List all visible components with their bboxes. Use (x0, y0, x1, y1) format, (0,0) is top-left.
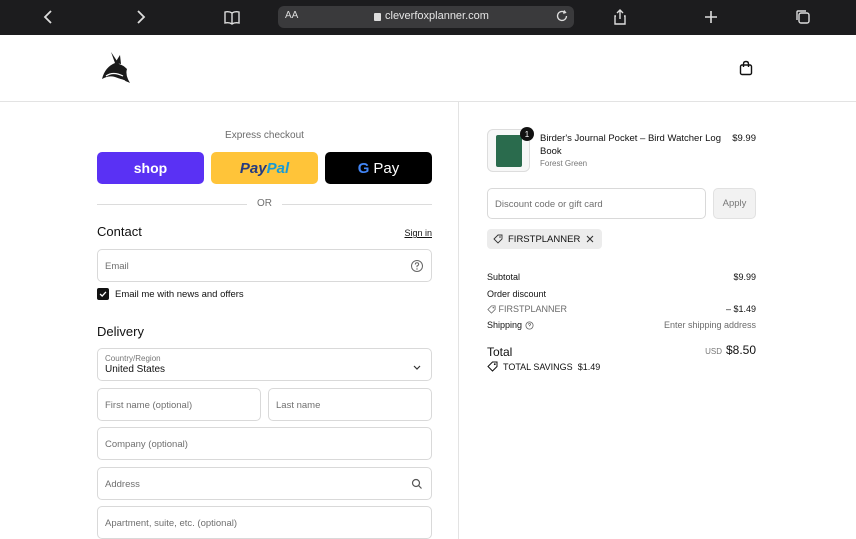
url-display: cleverfoxplanner.com (374, 10, 489, 22)
discount-code-row: FIRSTPLANNER – $1.49 (487, 304, 756, 314)
first-name-field[interactable]: First name (optional) (97, 388, 261, 421)
discount-code-input[interactable]: Discount code or gift card (487, 188, 706, 219)
order-summary: 1 Birder's Journal Pocket – Bird Watcher… (460, 102, 856, 539)
discount-value: – $1.49 (725, 304, 756, 314)
last-name-field[interactable]: Last name (268, 388, 432, 421)
shipping-label: Shipping (487, 320, 523, 330)
address-field[interactable]: Address (97, 467, 432, 500)
text-size-button[interactable]: AA (285, 10, 298, 21)
share-icon[interactable] (607, 5, 633, 29)
country-value: United States (105, 364, 166, 375)
total-savings-row: TOTAL SAVINGS $1.49 (487, 361, 600, 372)
chevron-down-icon (412, 359, 422, 370)
help-circle-icon[interactable] (525, 321, 534, 330)
product-price: $9.99 (732, 133, 756, 144)
total-label: Total (487, 345, 513, 359)
contact-title: Contact (97, 224, 142, 239)
currency-label: USD (705, 347, 722, 356)
first-name-placeholder: First name (optional) (105, 400, 193, 411)
savings-label: TOTAL SAVINGS (503, 361, 573, 372)
newsletter-label: Email me with news and offers (115, 288, 244, 300)
new-tab-icon[interactable] (698, 5, 724, 29)
browser-toolbar: AA cleverfoxplanner.com (0, 0, 856, 35)
company-placeholder: Company (optional) (105, 439, 188, 450)
last-name-placeholder: Last name (276, 400, 321, 411)
apartment-field[interactable]: Apartment, suite, etc. (optional) (97, 506, 432, 539)
google-g-icon: G (357, 159, 370, 177)
paypal-button[interactable]: Pay Pal (211, 152, 318, 184)
paypal-label-part1: Pay (239, 159, 267, 177)
country-select[interactable]: Country/Region United States (97, 348, 432, 381)
tag-icon (487, 361, 498, 372)
shipping-row: Shipping Enter shipping address (487, 320, 756, 330)
tabs-icon[interactable] (790, 5, 816, 29)
newsletter-checkbox[interactable] (97, 288, 109, 300)
url-text: cleverfoxplanner.com (385, 10, 489, 22)
bookmarks-icon[interactable] (219, 5, 245, 29)
google-pay-button[interactable]: G Pay (325, 152, 432, 184)
lock-icon (374, 13, 381, 21)
delivery-title: Delivery (97, 324, 144, 339)
back-icon[interactable] (36, 5, 62, 29)
quantity-badge: 1 (520, 127, 534, 141)
discount-code-label: FIRSTPLANNER (498, 304, 568, 314)
applied-discount-tag: FIRSTPLANNER (487, 229, 603, 249)
apply-discount-button[interactable]: Apply (713, 188, 756, 219)
order-discount-label: Order discount (487, 289, 547, 299)
product-variant: Forest Green (540, 159, 588, 168)
sign-in-link[interactable]: Sign in (380, 228, 432, 238)
discount-placeholder: Discount code or gift card (495, 199, 603, 210)
checkout-form: Express checkout shop Pay Pal G Pay OR Con… (0, 102, 459, 539)
subtotal-row: Subtotal $9.99 (487, 272, 756, 282)
email-placeholder: Email (105, 261, 129, 272)
shipping-value: Enter shipping address (663, 320, 756, 330)
google-pay-label: Pay (373, 159, 400, 177)
total-row: Total USD $8.50 (487, 343, 756, 361)
company-field[interactable]: Company (optional) (97, 427, 432, 460)
tag-icon (487, 305, 496, 314)
newsletter-row: Email me with news and offers (97, 288, 244, 300)
forward-icon[interactable] (127, 5, 153, 29)
order-discount-row: Order discount (487, 289, 756, 299)
fox-logo-icon[interactable] (97, 49, 137, 89)
remove-discount-icon[interactable] (585, 234, 595, 244)
email-field[interactable]: Email (97, 249, 432, 282)
shopping-bag-icon[interactable] (737, 59, 755, 77)
savings-value: $1.49 (577, 361, 601, 372)
shop-pay-label: shop (133, 160, 168, 176)
address-bar[interactable]: AA cleverfoxplanner.com (278, 6, 574, 28)
product-image (496, 135, 522, 167)
shop-pay-button[interactable]: shop (97, 152, 204, 184)
tag-icon (493, 234, 503, 244)
apartment-placeholder: Apartment, suite, etc. (optional) (105, 518, 238, 529)
divider-line-right (282, 204, 432, 205)
address-placeholder: Address (105, 479, 140, 490)
search-icon (410, 477, 424, 491)
total-value: $8.50 (725, 343, 756, 357)
help-circle-icon[interactable] (410, 259, 424, 273)
product-name: Birder's Journal Pocket – Bird Watcher L… (540, 133, 721, 157)
applied-code-label: FIRSTPLANNER (508, 233, 581, 245)
or-divider: OR (97, 198, 432, 210)
express-checkout-label: Express checkout (225, 130, 304, 141)
paypal-label-part2: Pal (266, 159, 290, 177)
subtotal-label: Subtotal (487, 272, 521, 282)
country-label: Country/Region (105, 354, 161, 363)
subtotal-value: $9.99 (733, 272, 756, 282)
reload-icon[interactable] (555, 9, 569, 26)
site-header (0, 35, 856, 102)
